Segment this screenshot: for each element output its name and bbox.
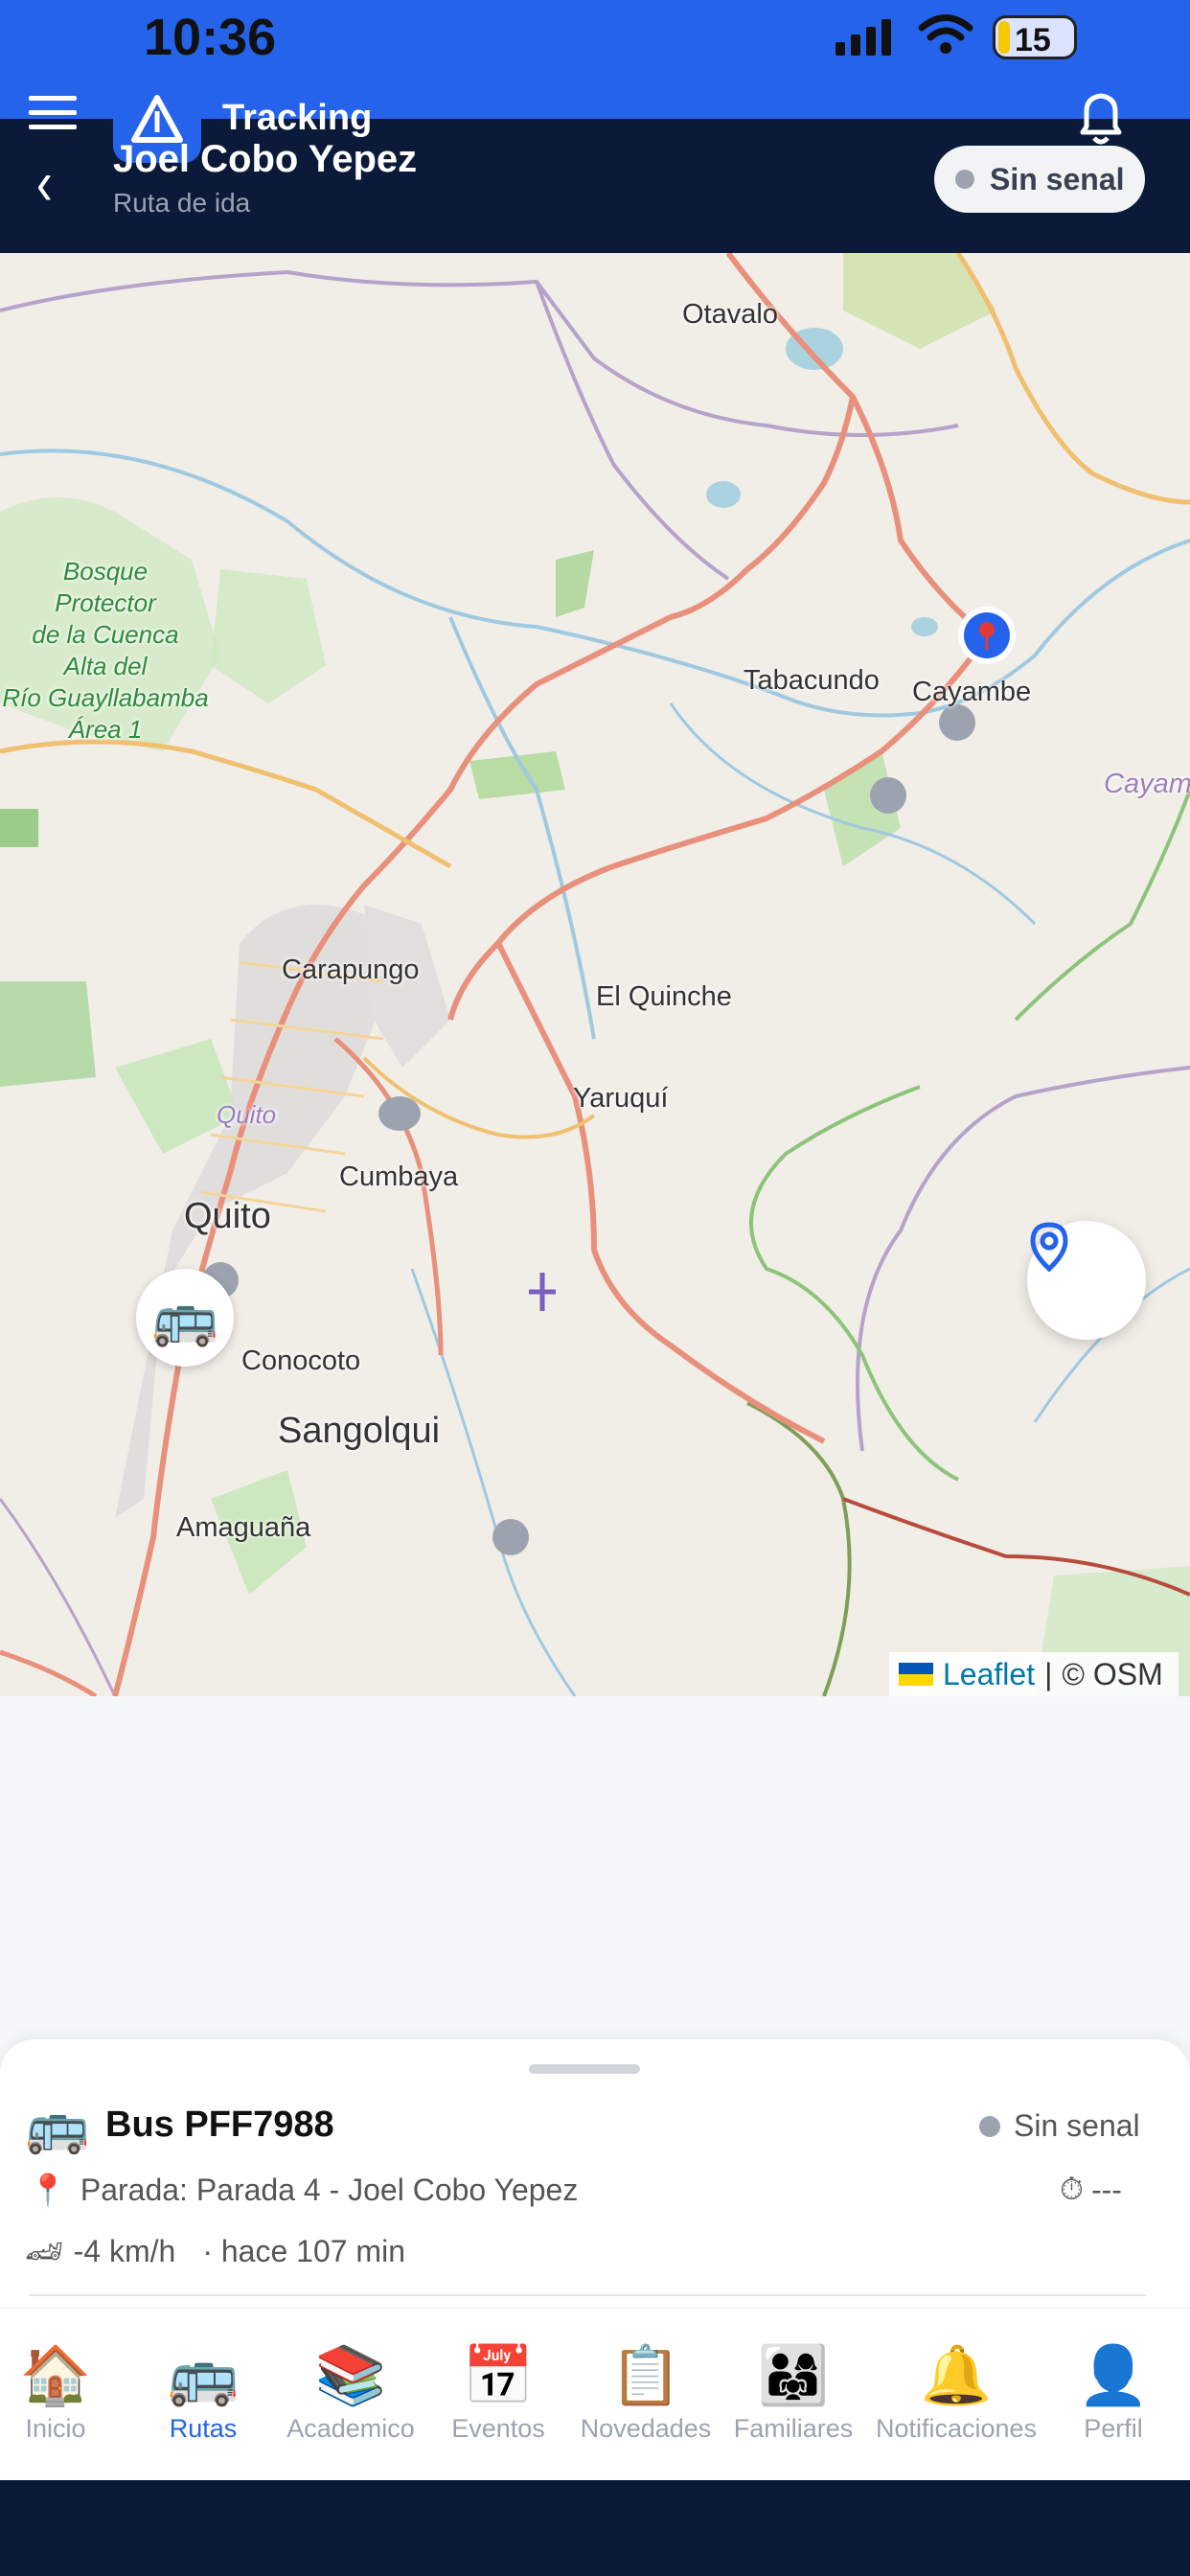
locate-button[interactable]: [1027, 1221, 1146, 1340]
osm-attribution[interactable]: © OSM: [1062, 1657, 1162, 1692]
battery-icon: 15: [993, 15, 1077, 59]
nav-item-rutas[interactable]: 🚌 Rutas: [126, 2343, 280, 2444]
map-label-bosque-protector: Bosque Protector de la Cuenca Alta del R…: [2, 557, 209, 744]
speed-row: 🏎 -4 km/h · hace 107 min: [25, 2233, 405, 2269]
map-label-yaruqui: Yaruquí: [573, 1083, 669, 1114]
nav-label: Academico: [286, 2414, 415, 2443]
nav-item-eventos[interactable]: 📅 Eventos: [422, 2343, 575, 2444]
eta-row: ⏱ ---: [1060, 2172, 1122, 2208]
map-label-otavalo: Otavalo: [682, 299, 778, 330]
nav-item-notificaciones[interactable]: 🔔 Notificaciones: [876, 2343, 1037, 2444]
calendar-icon: 📅: [462, 2343, 535, 2407]
sheet-drag-handle[interactable]: [529, 2064, 640, 2074]
map-label-sangolqui: Sangolqui: [278, 1411, 441, 1451]
map-label-carapungo: Carapungo: [282, 954, 420, 985]
house-icon: 🏠: [19, 2343, 92, 2407]
home-indicator-area: [0, 2480, 1190, 2576]
nav-label: Inicio: [25, 2414, 86, 2443]
map-label-quito: Quito: [184, 1196, 271, 1236]
wifi-icon: [918, 14, 973, 54]
books-icon: 📚: [314, 2343, 387, 2407]
stop-row: 📍 Parada: Parada 4 - Joel Cobo Yepez: [29, 2172, 578, 2208]
bus-status: Sin senal: [979, 2108, 1140, 2144]
map-label-conocoto: Conocoto: [241, 1346, 361, 1376]
divider: [29, 2294, 1146, 2296]
location-pin-icon: [1030, 1222, 1068, 1273]
last-update: · hace 107 min: [202, 2233, 405, 2268]
status-dot: [979, 2115, 1000, 2137]
signal-status-badge: Sin senal: [934, 146, 1145, 213]
status-dot: [955, 170, 974, 189]
battery-level: 15: [1015, 22, 1051, 58]
stop-text: Parada: Parada 4 - Joel Cobo Yepez: [80, 2172, 579, 2207]
nav-item-perfil[interactable]: 👤 Perfil: [1037, 2343, 1190, 2444]
hamburger-menu-icon[interactable]: [29, 96, 77, 134]
map-tiles: [0, 253, 1190, 1696]
map-view[interactable]: Otavalo Tabacundo Cayambe Cayam Carapung…: [0, 253, 1190, 1696]
nav-label: Perfil: [1084, 2414, 1143, 2443]
route-type: Ruta de ida: [113, 188, 251, 218]
leaflet-link[interactable]: Leaflet: [943, 1657, 1035, 1692]
family-icon: 👨‍👩‍👧: [757, 2343, 830, 2407]
nav-label: Familiares: [733, 2414, 854, 2443]
bus-marker[interactable]: 🚌: [136, 1269, 234, 1367]
ukraine-flag-icon: [899, 1663, 933, 1686]
nav-label: Rutas: [169, 2414, 238, 2443]
map-label-cumbaya: Cumbaya: [339, 1162, 459, 1192]
bell-icon: 🔔: [920, 2343, 993, 2407]
map-label-amaguana: Amaguaña: [176, 1512, 311, 1543]
person-icon: 👤: [1077, 2343, 1150, 2407]
back-arrow-icon[interactable]: ‹: [36, 147, 53, 218]
nav-label: Novedades: [580, 2414, 712, 2443]
bus-icon: 🚌: [167, 2343, 240, 2407]
map-label-el-quinche: El Quinche: [596, 981, 732, 1012]
map-label-cayambe: Cayambe: [912, 677, 1032, 707]
nav-item-academico[interactable]: 📚 Academico: [274, 2343, 427, 2444]
eta-value: ---: [1090, 2172, 1122, 2207]
user-name: Joel Cobo Yepez: [113, 138, 418, 180]
pushpin-icon: 📍: [29, 2173, 67, 2207]
bell-icon[interactable]: [1073, 88, 1129, 148]
map-label-tabacundo: Tabacundo: [744, 665, 880, 696]
signal-status-label: Sin senal: [990, 161, 1125, 196]
navigation-triangle-icon: [131, 95, 183, 143]
status-time: 10:36: [144, 9, 277, 66]
map-label-cayambe-edge: Cayam: [1104, 769, 1190, 799]
stopwatch-icon: ⏱: [1060, 2172, 1084, 2206]
speed-value: -4 km/h: [73, 2233, 176, 2268]
nav-item-inicio[interactable]: 🏠 Inicio: [0, 2343, 132, 2444]
clipboard-icon: 📋: [609, 2343, 682, 2407]
race-car-icon: 🏎: [25, 2234, 64, 2268]
map-attribution: Leaflet | © OSM: [889, 1652, 1179, 1696]
nav-label: Eventos: [451, 2414, 545, 2443]
cellular-signal-icon: [835, 19, 891, 56]
nav-item-familiares[interactable]: 👨‍👩‍👧 Familiares: [717, 2343, 870, 2444]
bus-name: Bus PFF7988: [105, 2104, 334, 2145]
bus-info-sheet: 🚌 Bus PFF7988 Sin senal 📍 Parada: Parada…: [0, 2039, 1190, 2308]
bus-icon: 🚌: [25, 2098, 90, 2155]
bottom-navigation: 🏠 Inicio 🚌 Rutas 📚 Academico 📅 Eventos 📋…: [0, 2308, 1190, 2480]
app-title: Tracking: [222, 98, 373, 138]
bus-status-label: Sin senal: [1014, 2108, 1140, 2143]
tracking-screen: 10:36 15 Tracking ‹ Joel Cobo Yepez Ruta: [0, 0, 1190, 2576]
nav-item-novedades[interactable]: 📋 Novedades: [569, 2343, 722, 2444]
map-label-quito-small: Quito: [217, 1100, 277, 1129]
nav-label: Notificaciones: [875, 2414, 1038, 2443]
attribution-separator: |: [1044, 1656, 1053, 1691]
